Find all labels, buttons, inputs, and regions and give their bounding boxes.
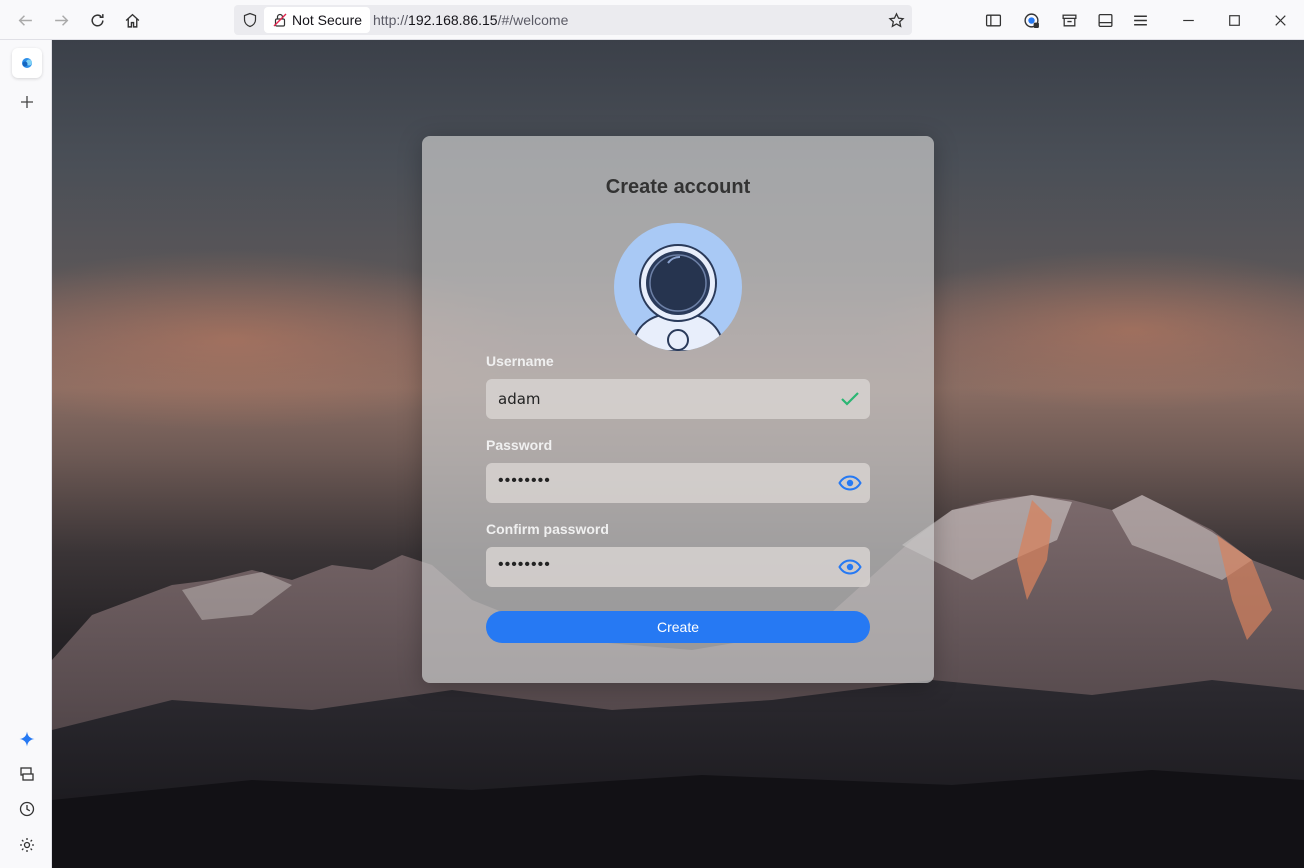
bookmark-button[interactable] — [886, 10, 906, 30]
reload-button[interactable] — [83, 6, 111, 34]
star-icon — [887, 11, 905, 28]
tracking-protection-button[interactable] — [240, 10, 260, 30]
security-label: Not Secure — [292, 12, 363, 28]
password-field[interactable]: •••••••• — [486, 463, 870, 503]
create-account-card: Create account Username Password •••••••… — [422, 136, 934, 683]
sidebar-add-button[interactable] — [12, 87, 42, 117]
site-security-button[interactable]: Not Secure — [264, 7, 371, 33]
hamburger-icon — [1133, 15, 1147, 25]
reader-button[interactable] — [1091, 6, 1119, 34]
extension-button[interactable] — [1017, 6, 1045, 34]
check-icon — [838, 389, 862, 409]
page-content: Create account Username Password •••••••… — [52, 40, 1304, 868]
eye-icon[interactable] — [838, 557, 862, 577]
close-icon — [1274, 14, 1286, 26]
pocket-button[interactable] — [1055, 6, 1083, 34]
extension-icon — [1023, 12, 1039, 28]
arrow-left-icon — [18, 14, 32, 26]
url-text[interactable]: http://192.168.86.15/#/welcome — [373, 5, 568, 35]
shield-icon — [243, 12, 257, 28]
sidebar-history-button[interactable] — [12, 794, 42, 824]
sidebar-toggle-button[interactable] — [979, 6, 1007, 34]
arrow-right-icon — [54, 14, 68, 26]
url-prefix: http:// — [373, 12, 409, 28]
confirm-password-field[interactable]: •••••••• — [486, 547, 870, 587]
confirm-password-input[interactable]: •••••••• — [498, 556, 551, 574]
create-button[interactable]: Create — [486, 611, 870, 643]
username-label: Username — [486, 353, 554, 369]
sidebar-ai-button[interactable] — [12, 724, 42, 754]
eye-icon[interactable] — [838, 473, 862, 493]
plus-icon — [21, 96, 33, 108]
home-icon — [125, 13, 139, 28]
sidebar-icon — [985, 14, 1001, 26]
back-button[interactable] — [11, 6, 39, 34]
synced-tabs-icon — [20, 767, 34, 781]
home-button[interactable] — [118, 6, 146, 34]
cloud-app-icon — [22, 58, 32, 68]
archive-icon — [1061, 14, 1077, 26]
close-window-button[interactable] — [1266, 6, 1294, 34]
url-path: /#/welcome — [497, 12, 569, 28]
sidebar-app-tab[interactable] — [12, 48, 42, 78]
gear-icon — [20, 838, 34, 852]
username-field — [486, 379, 870, 419]
sparkle-icon — [19, 731, 35, 747]
username-input[interactable] — [486, 379, 826, 419]
reload-icon — [90, 13, 104, 26]
layout-icon — [1097, 13, 1113, 27]
password-label: Password — [486, 437, 553, 453]
browser-sidebar — [0, 40, 52, 868]
sidebar-synced-tabs-button[interactable] — [12, 759, 42, 789]
address-bar[interactable]: Not Secure http://192.168.86.15/#/welcom… — [234, 5, 912, 35]
browser-toolbar: Not Secure http://192.168.86.15/#/welcom… — [0, 0, 1304, 40]
minimize-button[interactable] — [1174, 6, 1202, 34]
minimize-icon — [1182, 19, 1194, 21]
astronaut-icon — [630, 244, 726, 351]
maximize-icon — [1228, 14, 1240, 26]
url-host: 192.168.86.15 — [408, 12, 498, 28]
page-title: Create account — [605, 176, 751, 198]
avatar — [614, 223, 742, 351]
forward-button[interactable] — [47, 6, 75, 34]
password-input[interactable]: •••••••• — [498, 472, 551, 490]
confirm-password-label: Confirm password — [486, 521, 609, 537]
clock-icon — [19, 801, 35, 817]
insecure-lock-icon — [273, 13, 287, 27]
menu-button[interactable] — [1126, 6, 1154, 34]
maximize-button[interactable] — [1220, 6, 1248, 34]
sidebar-settings-button[interactable] — [12, 830, 42, 860]
